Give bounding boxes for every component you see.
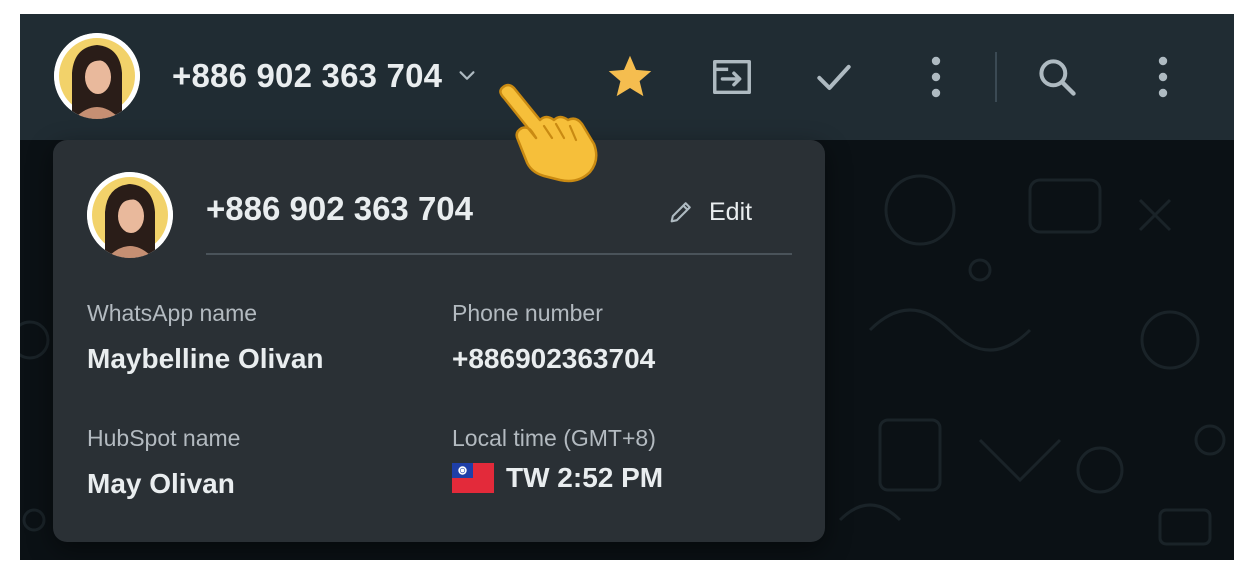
contact-avatar[interactable] (54, 33, 140, 119)
search-button[interactable] (1027, 47, 1087, 107)
hubspot-name-value: May Olivan (87, 468, 235, 499)
phone-number-value: +886902363704 (452, 343, 656, 374)
edit-label: Edit (709, 197, 753, 226)
extension-menu-button[interactable] (906, 47, 966, 107)
whatsapp-name-value: Maybelline Olivan (87, 343, 324, 374)
card-divider (206, 253, 792, 255)
whatsapp-name-label: WhatsApp name (87, 300, 258, 326)
local-time-value: TW 2:52 PM (506, 462, 664, 493)
contact-info-card: +886 902 363 704 Edit WhatsApp name Mayb… (53, 140, 825, 542)
move-to-folder-button[interactable] (702, 47, 762, 107)
search-icon (1039, 59, 1076, 96)
chat-header: +886 902 363 704 (20, 14, 1234, 140)
hubspot-name-label: HubSpot name (87, 425, 241, 451)
star-button[interactable] (600, 47, 660, 107)
local-time-label: Local time (GMT+8) (452, 425, 656, 451)
chat-menu-button[interactable] (1133, 47, 1193, 107)
card-avatar (87, 172, 173, 258)
more-vertical-icon (1158, 56, 1168, 98)
move-to-folder-icon (713, 59, 751, 95)
header-title: +886 902 363 704 (172, 57, 443, 94)
edit-button[interactable]: Edit (667, 192, 752, 232)
taiwan-flag-icon (452, 463, 494, 493)
phone-number-label: Phone number (452, 300, 603, 326)
check-icon (817, 64, 851, 91)
pencil-icon (670, 202, 691, 223)
local-time-row: TW 2:52 PM (452, 462, 663, 494)
chevron-down-icon (459, 71, 475, 80)
mark-done-button[interactable] (804, 47, 864, 107)
star-icon (608, 55, 652, 97)
contact-title-button[interactable]: +886 902 363 704 (172, 52, 478, 100)
header-divider (995, 52, 997, 102)
card-title: +886 902 363 704 (206, 190, 474, 227)
whatsapp-window: +886 902 363 704 +886 902 363 704 Edit W… (20, 14, 1234, 560)
more-vertical-icon (931, 56, 941, 98)
